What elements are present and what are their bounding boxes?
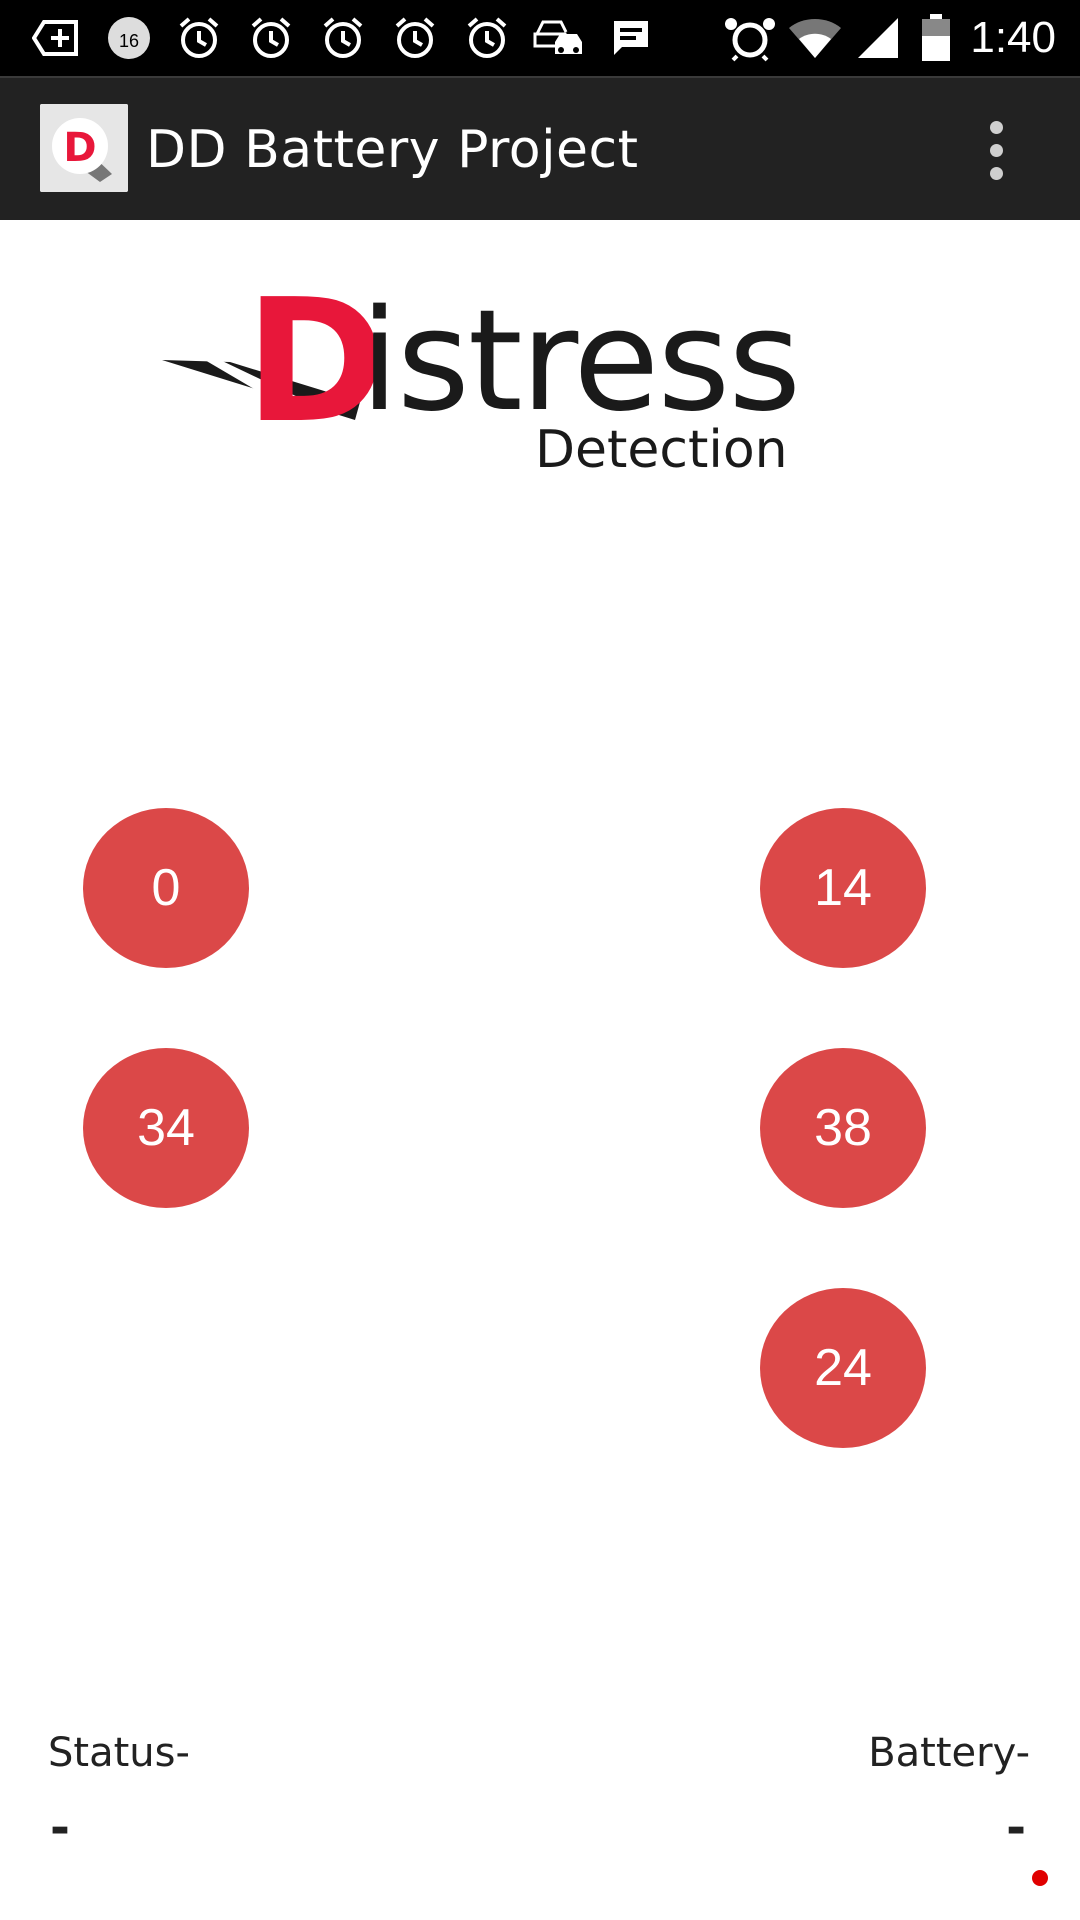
app-logo-icon[interactable]: D: [40, 104, 128, 192]
wifi-icon: [786, 0, 844, 76]
alarm-icon: [246, 0, 296, 76]
overflow-dot: [989, 143, 1003, 157]
traffic-icon: [532, 0, 586, 76]
message-icon: [606, 0, 656, 76]
status-value: -: [50, 1800, 70, 1856]
app-logo-letter: D: [63, 125, 96, 171]
battery-label: Battery-: [868, 1730, 1030, 1776]
sensor-button[interactable]: 34: [83, 1048, 249, 1208]
overflow-dot: [989, 166, 1003, 180]
battery-icon: [914, 0, 958, 76]
overflow-dot: [989, 120, 1003, 134]
sensor-button[interactable]: 24: [760, 1288, 926, 1448]
sensor-button[interactable]: 0: [83, 808, 249, 968]
signal-icon: [852, 0, 902, 76]
sensor-button[interactable]: 38: [760, 1048, 926, 1208]
app-title: DD Battery Project: [146, 120, 639, 180]
battery-value: -: [1006, 1800, 1026, 1856]
distress-detection-logo: D istress Detection: [150, 270, 801, 490]
app-bar: D DD Battery Project: [0, 76, 1080, 220]
logo-word: istress: [360, 280, 801, 443]
logo-subtitle: Detection: [535, 420, 788, 480]
alarm-clock-icon: [722, 0, 778, 76]
connection-indicator-dot: [1032, 1870, 1048, 1886]
add-box-icon: [30, 0, 80, 76]
alarm-icon: [462, 0, 512, 76]
status-time: 1:40: [970, 13, 1056, 62]
notification-count-icon: 16: [104, 0, 154, 76]
notification-count: 16: [119, 31, 139, 51]
alarm-icon: [318, 0, 368, 76]
status-label: Status-: [48, 1730, 190, 1776]
status-bar: 16 1:40: [0, 0, 1080, 76]
alarm-icon: [174, 0, 224, 76]
alarm-icon: [390, 0, 440, 76]
overflow-menu-button[interactable]: [966, 108, 1026, 192]
sensor-button[interactable]: 14: [760, 808, 926, 968]
